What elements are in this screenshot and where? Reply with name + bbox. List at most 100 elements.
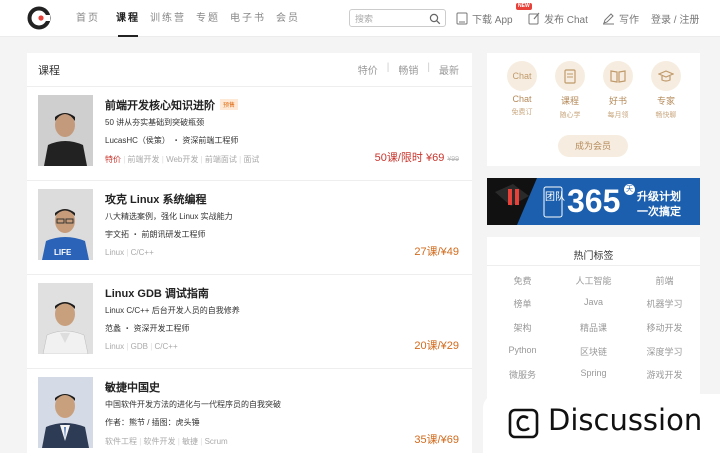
course-price: 20课/¥29	[414, 340, 459, 352]
hot-tag[interactable]: 深度学习	[629, 345, 700, 358]
author-portrait-icon: LIFE	[38, 189, 93, 260]
course-author: 范蠡 ・ 资深开发工程师	[105, 324, 190, 333]
divider	[487, 265, 700, 266]
hot-tag[interactable]: 微服务	[487, 368, 558, 381]
member-perks-card: Chat Chat 免费订 课程 随心学 好书 每月领 专家 畅快聊 成为会员	[487, 53, 700, 166]
hot-tag[interactable]: 架构	[487, 321, 558, 334]
perk-name: 专家	[656, 96, 675, 106]
post-chat-label: 发布 Chat	[544, 15, 588, 26]
discussion-overlay: Discussion	[483, 394, 720, 453]
gitchat-logo-icon[interactable]	[27, 6, 51, 30]
banner-number: 365	[567, 183, 621, 219]
course-item[interactable]: Linux GDB 调试指南 Linux C/C++ 后台开发人员的自我修养 范…	[27, 274, 472, 368]
sort-newest[interactable]: 最新	[439, 62, 459, 77]
perk-courses[interactable]: 课程 随心学	[548, 61, 592, 120]
new-badge: NEW	[516, 3, 532, 10]
become-member-button[interactable]: 成为会员	[558, 135, 628, 157]
write-link[interactable]: 写作	[602, 11, 639, 26]
course-cover[interactable]	[38, 283, 93, 354]
download-app-label: 下载 App	[472, 15, 513, 26]
course-description: 中国软件开发方法的进化与一代程序员的自我突破	[105, 400, 281, 409]
hot-tag[interactable]: 前端	[629, 274, 700, 287]
nav-camp[interactable]: 训练营	[148, 0, 188, 37]
post-chat-link[interactable]: 发布 Chat	[528, 11, 588, 26]
course-author: LucasHC（侯策） ・ 资深前端工程师	[105, 136, 239, 145]
chat-icon: Chat	[507, 61, 537, 91]
graduation-cap-icon	[651, 61, 681, 91]
course-tag[interactable]: 敏捷	[182, 437, 198, 446]
course-cover[interactable]	[38, 95, 93, 166]
course-title-text: 前端开发核心知识进阶	[105, 100, 215, 112]
hot-tag[interactable]: Python	[487, 345, 558, 355]
hot-tag[interactable]: 游戏开发	[629, 368, 700, 381]
perk-experts[interactable]: 专家 畅快聊	[644, 61, 688, 120]
hot-tag[interactable]: 免费	[487, 274, 558, 287]
nav-membership[interactable]: 会员	[268, 0, 308, 37]
sort-divider: |	[386, 62, 390, 73]
course-item[interactable]: 敏捷中国史 中国软件开发方法的进化与一代程序员的自我突破 作者：熊节 / 插图：…	[27, 368, 472, 453]
nav-courses[interactable]: 课程	[108, 0, 148, 37]
svg-text:LIFE: LIFE	[54, 248, 72, 257]
course-title[interactable]: Linux GDB 调试指南	[105, 285, 209, 301]
course-tag[interactable]: 面试	[243, 155, 259, 164]
course-price: 35课/¥69	[414, 434, 459, 446]
search-box	[349, 9, 446, 27]
team-365-banner[interactable]: 团队 365 天 升级计划 一次搞定	[487, 178, 700, 225]
sort-bestselling[interactable]: 畅销	[398, 62, 418, 77]
course-tag[interactable]: Linux	[105, 342, 124, 351]
perk-subtitle: 随心学	[559, 112, 581, 119]
hot-tags-title: 热门标签	[573, 251, 614, 262]
hot-tag[interactable]: Spring	[558, 368, 629, 378]
course-tag[interactable]: 软件开发	[144, 437, 176, 446]
nav-topics[interactable]: 专题	[188, 0, 228, 37]
hot-tag[interactable]: Java	[558, 297, 629, 307]
course-tag[interactable]: Web开发	[166, 155, 198, 164]
hot-tag[interactable]: 移动开发	[629, 321, 700, 334]
course-title[interactable]: 敏捷中国史	[105, 379, 160, 395]
course-tag[interactable]: 特价	[105, 155, 121, 164]
perk-books[interactable]: 好书 每月领	[596, 61, 640, 120]
author-portrait-icon	[38, 283, 93, 354]
course-tag[interactable]: 前端开发	[128, 155, 160, 164]
course-tag[interactable]: Scrum	[205, 437, 228, 446]
nav-ebooks[interactable]: 电子书	[228, 0, 268, 37]
course-item[interactable]: 前端开发核心知识进阶 预售 50 讲从夯实基础到突破瓶颈 LucasHC（侯策） …	[27, 86, 472, 180]
sort-divider: |	[427, 62, 430, 73]
download-app-link[interactable]: 下载 App	[456, 11, 513, 26]
course-author: 宇文拓 ・ 前朗讯研发工程师	[105, 230, 206, 239]
course-tag[interactable]: 软件工程	[105, 437, 137, 446]
sort-discount[interactable]: 特价	[358, 62, 378, 77]
course-cover[interactable]: LIFE	[38, 189, 93, 260]
hot-tag[interactable]: 榜单	[487, 297, 558, 310]
course-tag[interactable]: GDB	[131, 342, 148, 351]
nav-home[interactable]: 首页	[68, 0, 108, 37]
search-icon[interactable]	[429, 13, 441, 25]
course-item[interactable]: LIFE 攻克 Linux 系统编程 八大精选案例，强化 Linux 实战能力 …	[27, 180, 472, 274]
perk-name: Chat	[512, 94, 532, 104]
course-list-title: 课程	[38, 65, 60, 77]
author-portrait-icon	[38, 95, 93, 166]
course-tags: 软件工程 | 软件开发 | 敏捷 | Scrum	[105, 436, 228, 447]
course-title[interactable]: 前端开发核心知识进阶 预售	[105, 97, 239, 113]
perk-chat[interactable]: Chat Chat 免费订	[500, 61, 544, 117]
course-tag[interactable]: C/C++	[155, 342, 178, 351]
book-icon	[603, 61, 633, 91]
perk-subtitle: 畅快聊	[655, 112, 677, 119]
banner-line1: 升级计划	[637, 191, 681, 203]
hot-tag[interactable]: 区块链	[558, 345, 629, 358]
hot-tag[interactable]: 机器学习	[629, 297, 700, 310]
course-tag[interactable]: 前端面试	[205, 155, 237, 164]
course-title[interactable]: 攻克 Linux 系统编程	[105, 191, 206, 207]
hot-tag[interactable]: 人工智能	[558, 274, 629, 287]
course-cover[interactable]	[38, 377, 93, 448]
course-list-header: 课程 特价 | 畅销 | 最新	[27, 53, 472, 81]
course-tag[interactable]: C/C++	[131, 248, 154, 257]
hot-tag[interactable]: 精品课	[558, 321, 629, 334]
search-input[interactable]	[355, 12, 427, 25]
login-link[interactable]: 登录 / 注册	[651, 11, 699, 26]
course-tag[interactable]: Linux	[105, 248, 124, 257]
perk-subtitle: 免费订	[511, 109, 533, 116]
presale-badge: 预售	[220, 99, 239, 110]
original-price: ¥99	[447, 156, 459, 163]
write-label: 写作	[619, 15, 639, 26]
